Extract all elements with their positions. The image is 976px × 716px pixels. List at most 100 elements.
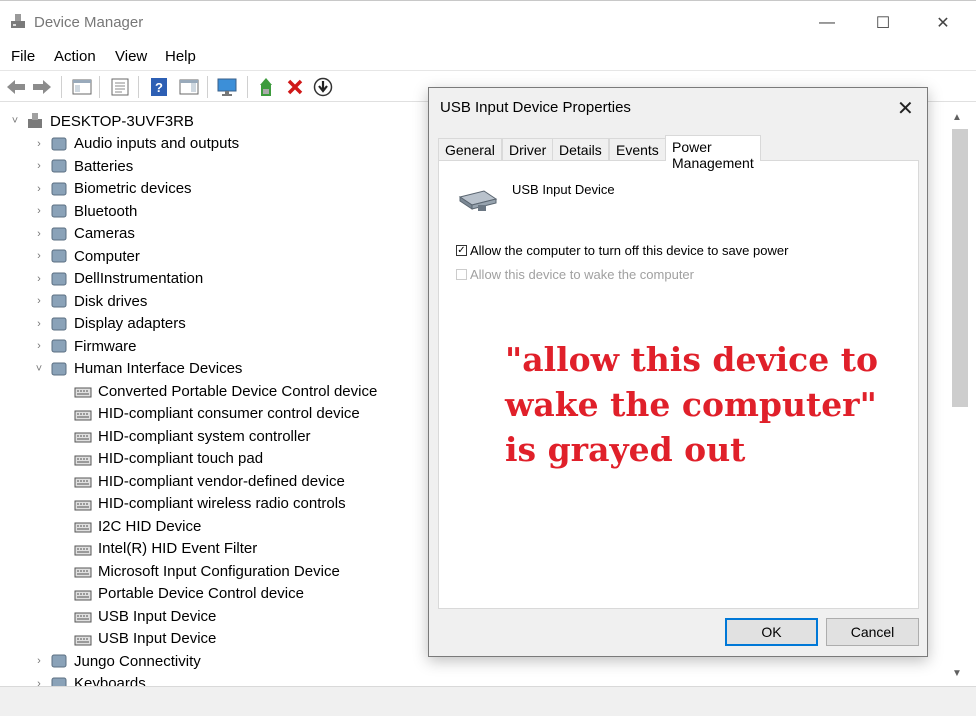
forward-button[interactable] <box>31 76 53 98</box>
tree-category[interactable]: › Audio inputs and outputs <box>32 133 239 155</box>
cat-device-icon <box>51 677 67 686</box>
menu-action[interactable]: Action <box>54 48 96 65</box>
maximize-button[interactable]: ☐ <box>860 10 906 36</box>
scan-hardware-button[interactable] <box>217 76 239 98</box>
tree-category[interactable]: ˅ Human Interface Devices <box>32 358 243 380</box>
tab-general[interactable]: General <box>438 138 502 161</box>
expand-chevron-icon[interactable]: › <box>32 159 46 173</box>
allow-wake-checkbox <box>456 269 467 280</box>
uninstall-button[interactable] <box>284 76 306 98</box>
allow-wake-label: Allow this device to wake the computer <box>470 267 694 282</box>
menu-view[interactable]: View <box>115 48 147 65</box>
action-pane-icon <box>179 79 199 95</box>
tree-device[interactable]: USB Input Device <box>56 605 216 627</box>
expand-chevron-icon[interactable]: › <box>32 294 46 308</box>
cat-device-icon <box>51 654 67 668</box>
tree-device[interactable]: I2C HID Device <box>56 515 201 537</box>
collapse-chevron-icon[interactable]: ˅ <box>8 114 22 128</box>
action-pane-button[interactable] <box>178 76 200 98</box>
expand-chevron-icon[interactable]: › <box>32 272 46 286</box>
update-driver-icon <box>260 78 272 96</box>
expand-chevron-icon[interactable]: › <box>32 137 46 151</box>
show-hide-console-tree-icon <box>72 79 92 95</box>
tree-device[interactable]: Microsoft Input Configuration Device <box>56 560 340 582</box>
minimize-button[interactable]: — <box>804 10 850 36</box>
annotation-line: "allow this device to <box>505 340 879 379</box>
hid-device-icon <box>74 567 92 578</box>
tree-device[interactable]: Converted Portable Device Control device <box>56 380 377 402</box>
tree-device[interactable]: HID-compliant touch pad <box>56 448 263 470</box>
collapse-chevron-icon[interactable]: ˅ <box>32 362 46 376</box>
tree-item-label: Batteries <box>74 157 134 175</box>
back-button[interactable] <box>5 76 27 98</box>
tree-item-label: DellInstrumentation <box>74 270 204 287</box>
dialog-close-icon[interactable]: ✕ <box>897 96 914 121</box>
expand-chevron-icon[interactable]: › <box>32 182 46 196</box>
console-tree-button[interactable] <box>71 76 93 98</box>
cancel-button[interactable]: Cancel <box>826 618 919 646</box>
disable-device-icon <box>313 77 333 97</box>
tree-category[interactable]: › Biometric devices <box>32 178 191 200</box>
uninstall-icon <box>287 79 303 95</box>
expand-chevron-icon[interactable]: › <box>32 339 46 353</box>
allow-turn-off-label[interactable]: Allow the computer to turn off this devi… <box>470 243 788 258</box>
tree-item-label: Bluetooth <box>74 202 138 220</box>
expand-chevron-icon[interactable]: › <box>32 677 46 687</box>
disable-device-button[interactable] <box>312 76 334 98</box>
usb-device-icon <box>458 190 498 211</box>
scroll-up-icon[interactable]: ▲ <box>952 112 962 123</box>
close-icon: ✕ <box>936 15 950 32</box>
help-button[interactable]: ? <box>148 76 170 98</box>
menu-help[interactable]: Help <box>165 48 196 65</box>
tree-category[interactable]: › Bluetooth <box>32 200 137 222</box>
tree-category[interactable]: › Disk drives <box>32 290 147 312</box>
tree-device[interactable]: HID-compliant wireless radio controls <box>56 493 346 515</box>
hid-device-icon <box>74 545 92 555</box>
menu-file[interactable]: File <box>11 48 35 65</box>
expand-chevron-icon[interactable]: › <box>32 204 46 218</box>
maximize-icon: ☐ <box>875 15 891 32</box>
expand-chevron-icon[interactable]: › <box>32 317 46 331</box>
tree-device[interactable]: Portable Device Control device <box>56 583 304 605</box>
status-bar <box>0 686 976 716</box>
tree-category[interactable]: › Batteries <box>32 155 133 177</box>
update-driver-button[interactable] <box>256 76 278 98</box>
tab-driver[interactable]: Driver <box>502 138 554 161</box>
tree-device[interactable]: HID-compliant vendor-defined device <box>56 470 345 492</box>
tree-category[interactable]: › Cameras <box>32 223 135 245</box>
close-button[interactable]: ✕ <box>920 10 966 36</box>
tree-category[interactable]: › Computer <box>32 245 140 267</box>
tree-device[interactable]: HID-compliant consumer control device <box>56 403 360 425</box>
scroll-down-icon[interactable]: ▼ <box>952 668 962 679</box>
allow-turn-off-checkbox[interactable]: ✓ <box>456 245 467 256</box>
tree-item-label: Cameras <box>74 225 135 242</box>
expand-chevron-icon[interactable]: › <box>32 249 46 263</box>
ok-button[interactable]: OK <box>725 618 818 646</box>
tree-category[interactable]: › Display adapters <box>32 313 186 335</box>
tree-category[interactable]: › Keyboards <box>32 673 146 687</box>
tree-device[interactable]: HID-compliant system controller <box>56 425 311 447</box>
toolbar-separator <box>138 76 139 98</box>
tab-details[interactable]: Details <box>552 138 609 161</box>
expand-chevron-icon[interactable]: › <box>32 227 46 241</box>
tree-item-label: USB Input Device <box>98 607 217 625</box>
tree-category[interactable]: › Jungo Connectivity <box>32 650 201 672</box>
tree-root[interactable]: ˅ DESKTOP-3UVF3RB <box>8 110 194 132</box>
tab-events[interactable]: Events <box>609 138 666 161</box>
properties-button[interactable] <box>109 76 131 98</box>
annotation-line: is grayed out <box>505 430 746 469</box>
tree-item-label: Intel(R) HID Event Filter <box>98 540 258 557</box>
tree-device[interactable]: USB Input Device <box>56 628 216 650</box>
tree-device[interactable]: Intel(R) HID Event Filter <box>56 538 257 560</box>
expand-chevron-icon[interactable]: › <box>32 654 46 668</box>
toolbar-separator <box>61 76 62 98</box>
scrollbar-thumb[interactable] <box>952 129 968 407</box>
tree-category[interactable]: › DellInstrumentation <box>32 268 203 290</box>
tree-category[interactable]: › Firmware <box>32 335 136 357</box>
tab-power-management[interactable]: Power Management <box>665 135 761 171</box>
